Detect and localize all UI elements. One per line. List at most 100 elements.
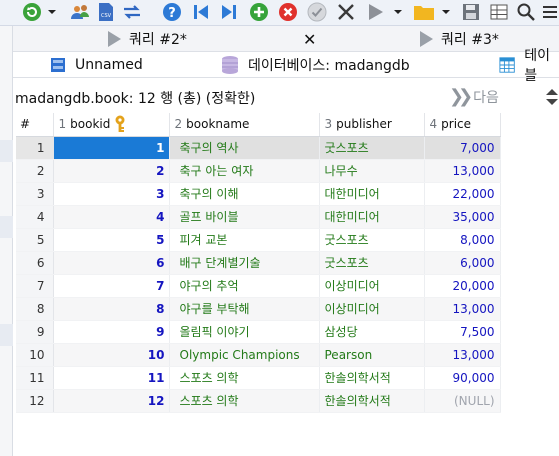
tab-table[interactable]: 테이블: [499, 48, 559, 84]
cell-bookid[interactable]: 4: [53, 205, 170, 229]
sort-arrows-icon[interactable]: [545, 88, 559, 106]
list-icon[interactable]: [541, 2, 559, 22]
cell-publisher[interactable]: 한솔의학서적: [319, 389, 425, 413]
cell-price[interactable]: (NULL): [424, 389, 501, 413]
row-number: 11: [16, 366, 54, 390]
result-grid: # 1 bookid 2 bookname 3 publisher 4 price 1 …: [16, 113, 501, 413]
refresh-icon[interactable]: [21, 2, 43, 22]
cell-bookname[interactable]: 야구의 추억: [169, 274, 320, 298]
cell-price[interactable]: 8,000: [424, 228, 501, 252]
cell-bookname[interactable]: 축구의 역사: [169, 136, 320, 160]
cancel-icon[interactable]: [335, 2, 357, 22]
search-icon[interactable]: [515, 2, 537, 22]
cell-publisher[interactable]: Pearson: [319, 343, 425, 367]
cell-publisher[interactable]: 나무수: [319, 159, 425, 183]
cell-price[interactable]: 13,000: [424, 297, 501, 321]
row-number-header: #: [16, 113, 54, 137]
row-number: 12: [16, 389, 54, 413]
cell-bookid[interactable]: 11: [53, 366, 170, 390]
check-icon[interactable]: [306, 2, 328, 22]
cell-bookname[interactable]: 올림픽 이야기: [169, 320, 320, 344]
table-row[interactable]: 3 3 축구의 이해 대한미디어 22,000: [16, 182, 501, 206]
table-row[interactable]: 2 2 축구 아는 여자 나무수 13,000: [16, 159, 501, 183]
chevron-down-icon[interactable]: [392, 2, 404, 22]
last-icon[interactable]: [219, 2, 239, 22]
cell-price[interactable]: 20,000: [424, 274, 501, 298]
csv-icon[interactable]: CSV: [96, 2, 116, 22]
cell-bookname[interactable]: 스포츠 의학: [169, 389, 320, 413]
cell-price[interactable]: 7,000: [424, 136, 501, 160]
cell-publisher[interactable]: 굿스포츠: [319, 251, 425, 275]
play-icon[interactable]: [364, 2, 386, 22]
grid-icon[interactable]: [488, 2, 510, 22]
swap-icon[interactable]: [121, 2, 143, 22]
cell-price[interactable]: 6,000: [424, 251, 501, 275]
users-icon[interactable]: [69, 2, 91, 22]
column-header-publisher[interactable]: 3 publisher: [319, 113, 425, 137]
primary-key-icon: [115, 115, 124, 132]
cell-publisher[interactable]: 이상미디어: [319, 297, 425, 321]
help-icon[interactable]: ?: [161, 2, 183, 22]
cell-bookid[interactable]: 2: [53, 159, 170, 183]
cell-publisher[interactable]: 굿스포츠: [319, 136, 425, 160]
cell-publisher[interactable]: 삼성당: [319, 320, 425, 344]
table-row[interactable]: 6 6 배구 단계별기술 굿스포츠 6,000: [16, 251, 501, 275]
cell-publisher[interactable]: 굿스포츠: [319, 228, 425, 252]
cell-bookid[interactable]: 5: [53, 228, 170, 252]
table-row[interactable]: 7 7 야구의 추억 이상미디어 20,000: [16, 274, 501, 298]
column-header-bookname[interactable]: 2 bookname: [169, 113, 320, 137]
cell-bookid[interactable]: 9: [53, 320, 170, 344]
tab-label: Unnamed: [75, 57, 143, 73]
column-header-bookid[interactable]: 1 bookid: [53, 113, 170, 137]
cell-bookid[interactable]: 7: [53, 274, 170, 298]
row-number: 7: [16, 274, 54, 298]
cell-price[interactable]: 22,000: [424, 182, 501, 206]
cell-bookname[interactable]: 야구를 부탁해: [169, 297, 320, 321]
cell-price[interactable]: 13,000: [424, 343, 501, 367]
cell-price[interactable]: 13,000: [424, 159, 501, 183]
cell-publisher[interactable]: 대한미디어: [319, 182, 425, 206]
tab-query-3[interactable]: 쿼리 #3*: [420, 26, 499, 52]
table-row[interactable]: 1 1 축구의 역사 굿스포츠 7,000: [16, 136, 501, 160]
cell-bookid[interactable]: 3: [53, 182, 170, 206]
cell-price[interactable]: 35,000: [424, 205, 501, 229]
cell-publisher[interactable]: 한솔의학서적: [319, 366, 425, 390]
close-tab-button[interactable]: ✕: [303, 26, 316, 52]
cell-bookid[interactable]: 6: [53, 251, 170, 275]
cell-bookname[interactable]: 축구 아는 여자: [169, 159, 320, 183]
tab-label: 테이블: [524, 48, 550, 84]
cell-publisher[interactable]: 이상미디어: [319, 274, 425, 298]
folder-icon[interactable]: [413, 2, 435, 22]
table-row[interactable]: 11 11 스포츠 의학 한솔의학서적 90,000: [16, 366, 501, 390]
cell-bookname[interactable]: 스포츠 의학: [169, 366, 320, 390]
cell-bookid[interactable]: 12: [53, 389, 170, 413]
cell-bookname[interactable]: Olympic Champions: [169, 343, 320, 367]
table-row[interactable]: 12 12 스포츠 의학 한솔의학서적 (NULL): [16, 389, 501, 413]
cell-bookid[interactable]: 8: [53, 297, 170, 321]
first-icon[interactable]: [191, 2, 211, 22]
cell-bookid[interactable]: 1: [53, 136, 170, 160]
tab-database[interactable]: 데이터베이스: madangdb: [221, 52, 410, 78]
tab-unnamed[interactable]: Unnamed: [50, 52, 143, 78]
table-row[interactable]: 8 8 야구를 부탁해 이상미디어 13,000: [16, 297, 501, 321]
cell-bookname[interactable]: 골프 바이블: [169, 205, 320, 229]
cell-price[interactable]: 90,000: [424, 366, 501, 390]
cell-bookname[interactable]: 축구의 이해: [169, 182, 320, 206]
table-row[interactable]: 9 9 올림픽 이야기 삼성당 7,500: [16, 320, 501, 344]
chevron-down-icon[interactable]: [46, 2, 58, 22]
table-row[interactable]: 5 5 피겨 교본 굿스포츠 8,000: [16, 228, 501, 252]
chevron-down-icon[interactable]: [440, 2, 452, 22]
delete-icon[interactable]: [277, 2, 299, 22]
cell-publisher[interactable]: 대한미디어: [319, 205, 425, 229]
table-row[interactable]: 4 4 골프 바이블 대한미디어 35,000: [16, 205, 501, 229]
add-icon[interactable]: [248, 2, 270, 22]
tab-query-2[interactable]: 쿼리 #2*: [108, 26, 187, 52]
table-row[interactable]: 10 10 Olympic Champions Pearson 13,000: [16, 343, 501, 367]
cell-bookname[interactable]: 피겨 교본: [169, 228, 320, 252]
next-button[interactable]: ❯❯ 다음: [449, 86, 499, 107]
cell-bookname[interactable]: 배구 단계별기술: [169, 251, 320, 275]
cell-bookid[interactable]: 10: [53, 343, 170, 367]
column-header-price[interactable]: 4 price: [424, 113, 501, 137]
cell-price[interactable]: 7,500: [424, 320, 501, 344]
save-icon[interactable]: [460, 2, 482, 22]
